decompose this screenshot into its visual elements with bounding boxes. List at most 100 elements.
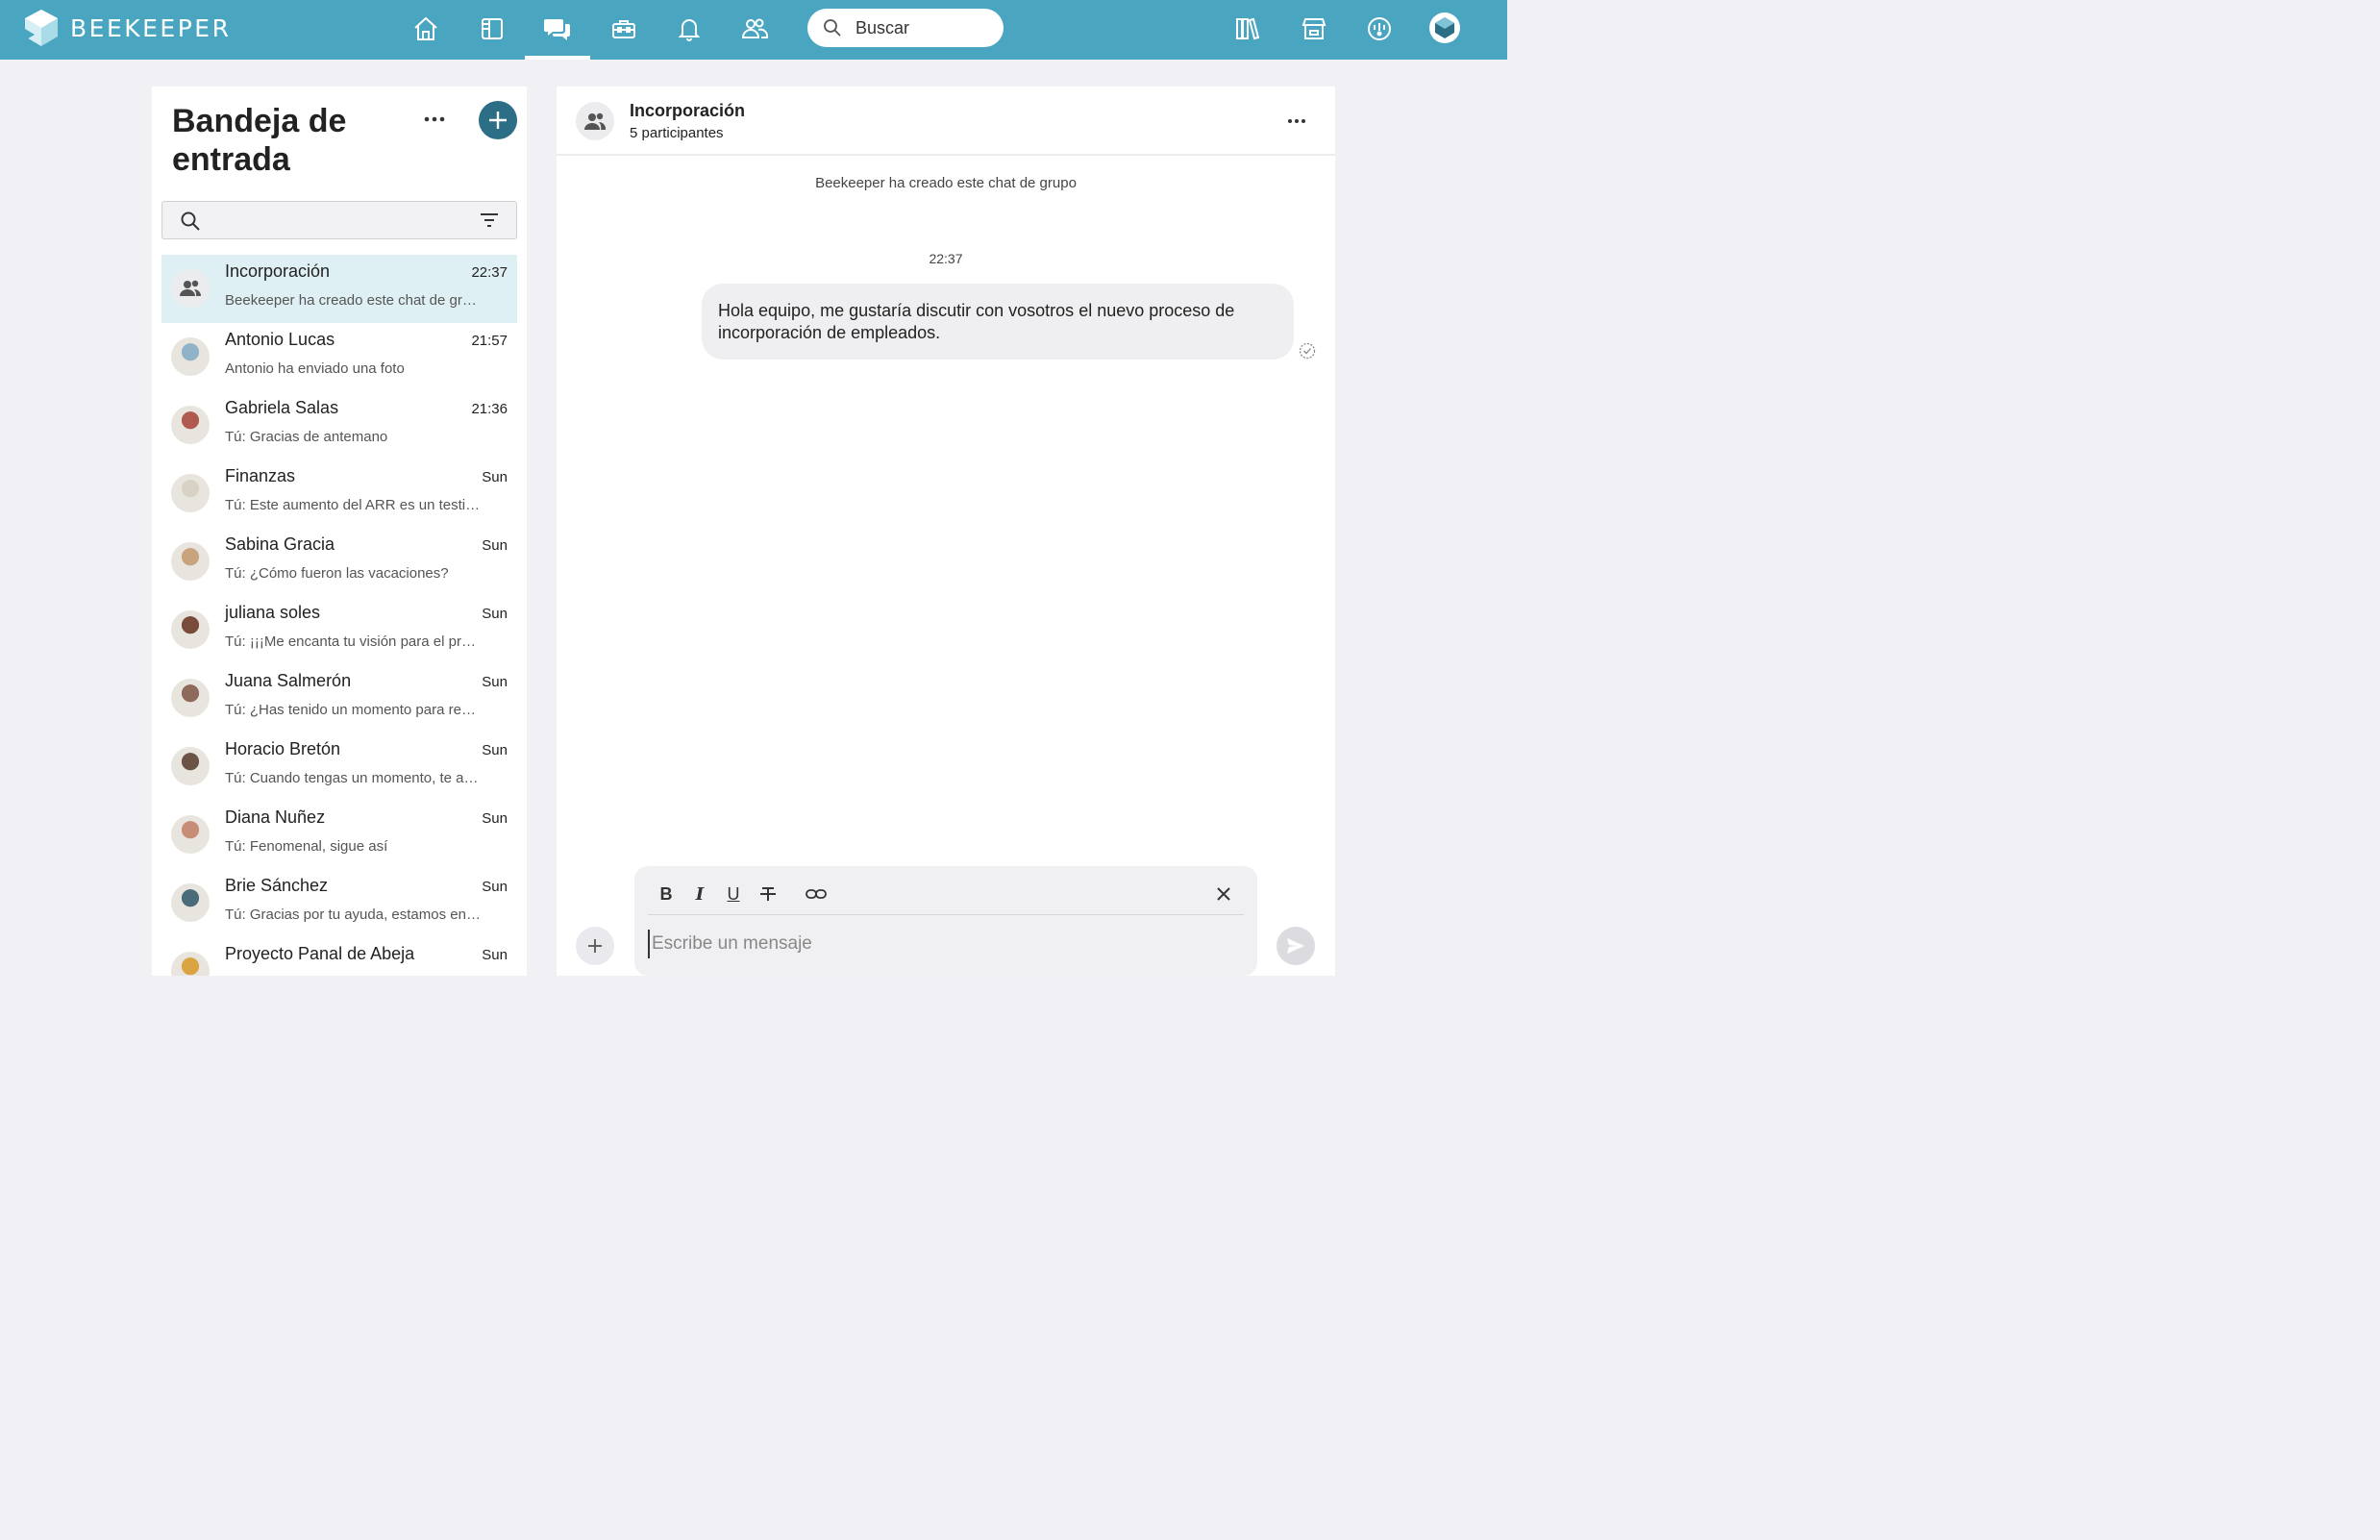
search-icon xyxy=(181,211,200,231)
chat-list-item[interactable]: Horacio Bretón Sun Tú: Cuando tengas un mo… xyxy=(161,733,517,801)
bold-button[interactable]: B xyxy=(654,882,679,907)
chat-name: Gabriela Salas xyxy=(225,398,339,417)
chat-name: Incorporación xyxy=(225,261,331,281)
chat-time: Sun xyxy=(482,606,508,622)
chat-list-item[interactable]: Finanzas Sun Tú: Este aumento del ARR es u… xyxy=(161,460,517,528)
group-icon xyxy=(180,280,201,296)
global-search-input[interactable] xyxy=(855,17,990,38)
new-chat-button[interactable] xyxy=(479,101,517,139)
conversation-header: Incorporación 5 participantes xyxy=(557,87,1335,156)
chat-name: Juana Salmerón xyxy=(225,671,352,690)
app-name: BEEKEEPER xyxy=(70,13,232,42)
message-input[interactable] xyxy=(648,930,1225,958)
link-button[interactable] xyxy=(804,882,829,907)
strikethrough-button[interactable] xyxy=(756,882,781,907)
more-horizontal-icon xyxy=(424,116,445,122)
inbox-title: Bandeja de entrada xyxy=(172,103,347,178)
chat-list-item[interactable]: juliana soles Sun Tú: ¡¡¡Me encanta tu vis… xyxy=(161,596,517,664)
avatar xyxy=(171,952,210,976)
tools-icon[interactable] xyxy=(607,12,641,46)
send-button[interactable] xyxy=(1277,927,1315,965)
italic-button[interactable]: I xyxy=(687,882,712,907)
user-avatar-icon xyxy=(1435,17,1454,38)
avatar xyxy=(171,337,210,376)
chat-list: Incorporación 22:37 Beekeeper ha creado es… xyxy=(161,255,517,976)
chats-icon[interactable] xyxy=(540,12,575,46)
chat-time: 21:36 xyxy=(471,401,508,417)
group-icon xyxy=(584,112,607,130)
people-icon[interactable] xyxy=(737,12,772,46)
inbox-more-button[interactable] xyxy=(423,108,446,131)
close-icon xyxy=(1217,887,1230,901)
store-icon[interactable] xyxy=(1297,12,1331,46)
chat-preview: Tú: Cuando tengas un momento, te agradec… xyxy=(225,770,483,786)
dashboard-icon[interactable] xyxy=(1362,12,1397,46)
send-icon xyxy=(1287,938,1304,954)
read-receipt-icon xyxy=(1299,342,1316,360)
chat-preview: Tú: Gracias de antemano xyxy=(225,429,388,445)
avatar xyxy=(171,406,210,444)
chat-name: Proyecto Panal de Abeja xyxy=(225,944,415,963)
chat-preview: Tú: Gracias por tu ayuda, estamos en con… xyxy=(225,907,483,923)
underline-button[interactable]: U xyxy=(721,882,746,907)
group-avatar[interactable] xyxy=(576,102,614,140)
message-timestamp: 22:37 xyxy=(929,251,963,266)
avatar xyxy=(171,747,210,785)
chat-list-item[interactable]: Gabriela Salas 21:36 Tú: Gracias de antema… xyxy=(161,391,517,460)
avatar xyxy=(171,679,210,717)
streams-icon[interactable] xyxy=(475,12,509,46)
beekeeper-logo-icon xyxy=(25,10,58,46)
avatar xyxy=(171,815,210,854)
notifications-icon[interactable] xyxy=(672,12,707,46)
home-icon[interactable] xyxy=(409,12,443,46)
chat-list-item[interactable]: Diana Nuñez Sun Tú: Fenomenal, sigue así xyxy=(161,801,517,869)
chat-preview: Tú: Este aumento del ARR es un testimoni… xyxy=(225,497,483,513)
chat-list-item[interactable]: Antonio Lucas 21:57 Antonio ha enviado una… xyxy=(161,323,517,391)
chat-preview: Antonio ha enviado una foto xyxy=(225,360,405,377)
plus-icon xyxy=(489,112,507,129)
close-formatting-button[interactable] xyxy=(1211,882,1236,907)
chat-name: Antonio Lucas xyxy=(225,330,335,349)
chat-list-item[interactable]: Juana Salmerón Sun Tú: ¿Has tenido un mome… xyxy=(161,664,517,733)
library-icon[interactable] xyxy=(1230,12,1265,46)
chat-preview: Tú: ¡¡¡Me encanta tu visión para el proy… xyxy=(225,633,483,650)
link-icon xyxy=(806,889,827,899)
chat-name: Brie Sánchez xyxy=(225,876,329,895)
avatar xyxy=(171,542,210,581)
chat-time: Sun xyxy=(482,674,508,690)
chat-preview: Tú: ¿Cómo fueron las vacaciones? xyxy=(225,565,449,582)
inbox-panel: Bandeja de entrada Incorporación 22:37 Bee… xyxy=(152,87,527,976)
message-composer: B I U xyxy=(634,866,1257,976)
active-tab-indicator xyxy=(525,56,590,60)
attach-button[interactable] xyxy=(576,927,614,965)
chat-time: Sun xyxy=(482,742,508,758)
chat-name: Sabina Gracia xyxy=(225,534,335,554)
filter-icon[interactable] xyxy=(480,212,499,228)
plus-icon xyxy=(588,939,602,953)
chat-name: Finanzas xyxy=(225,466,296,485)
group-avatar xyxy=(171,269,210,308)
conversation-panel: Incorporación 5 participantes Beekeeper … xyxy=(557,87,1335,976)
more-horizontal-icon xyxy=(1288,119,1305,123)
beekeeper-logo[interactable]: BEEKEEPER xyxy=(25,10,231,46)
chat-preview: Tú: ¿Has tenido un momento para revisar xyxy=(225,702,483,718)
chat-list-item[interactable]: Proyecto Panal de Abeja Sun xyxy=(161,937,517,976)
avatar xyxy=(171,883,210,922)
conversation-title[interactable]: Incorporación xyxy=(630,101,745,121)
inbox-search-field[interactable] xyxy=(161,201,517,239)
participants-count[interactable]: 5 participantes xyxy=(630,125,724,141)
composer-divider xyxy=(648,914,1244,915)
top-navigation-bar: BEEKEEPER xyxy=(0,0,1507,60)
conversation-more-button[interactable] xyxy=(1287,108,1306,130)
chat-list-item[interactable]: Brie Sánchez Sun Tú: Gracias por tu ayuda,… xyxy=(161,869,517,937)
global-search[interactable] xyxy=(807,9,1004,47)
chat-name: juliana soles xyxy=(225,603,321,622)
message-bubble[interactable]: Hola equipo, me gustaría discutir con vo… xyxy=(702,284,1294,360)
chat-preview: Tú: Fenomenal, sigue así xyxy=(225,838,388,855)
chat-name: Diana Nuñez xyxy=(225,807,326,827)
strikethrough-icon xyxy=(760,887,776,901)
user-avatar[interactable] xyxy=(1429,12,1460,43)
avatar xyxy=(171,610,210,649)
chat-list-item[interactable]: Incorporación 22:37 Beekeeper ha creado es… xyxy=(161,255,517,323)
chat-list-item[interactable]: Sabina Gracia Sun Tú: ¿Cómo fueron las vac… xyxy=(161,528,517,596)
